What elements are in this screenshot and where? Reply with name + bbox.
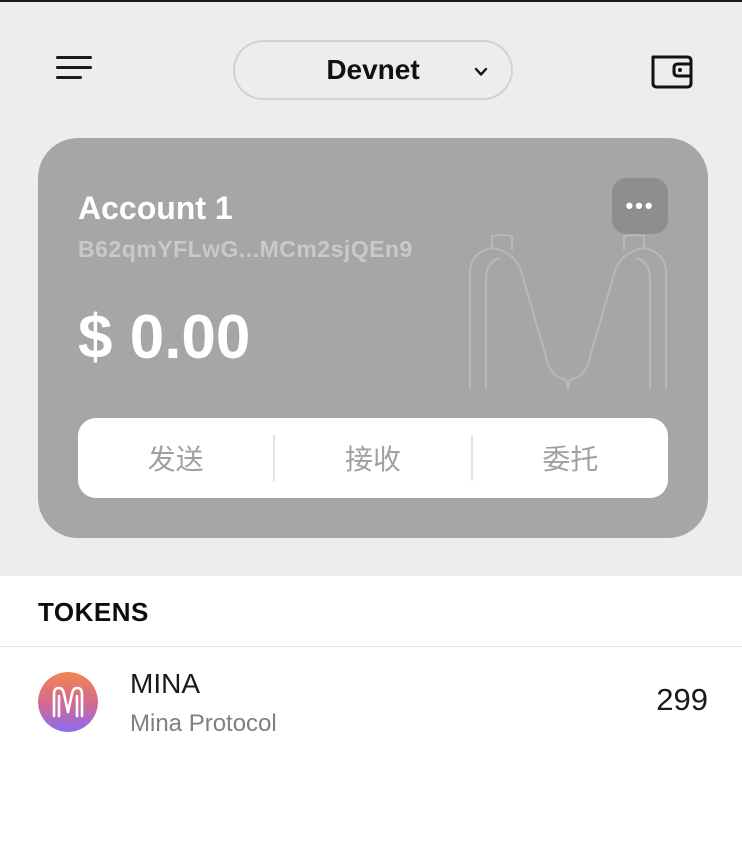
menu-icon [56, 56, 92, 59]
token-row[interactable]: MINA Mina Protocol 299 [0, 648, 742, 748]
token-symbol: MINA [130, 668, 200, 699]
more-options-button[interactable]: ••• [612, 178, 668, 234]
menu-button[interactable] [52, 48, 96, 88]
mina-logo-icon [38, 672, 98, 732]
account-balance: $ 0.00 [78, 303, 251, 372]
send-button[interactable]: 发送 [78, 418, 273, 498]
tokens-divider [0, 646, 742, 647]
account-address[interactable]: B62qmYFLwG...MCm2sjQEn9 [78, 236, 413, 263]
token-amount: 299 [656, 682, 708, 717]
receive-button[interactable]: 接收 [275, 418, 470, 498]
network-select[interactable]: Devnet [233, 40, 513, 100]
header-area: Devnet Account 1 B62qmYFLwG...MCm2sjQEn9… [0, 2, 742, 576]
wallet-icon[interactable] [648, 50, 696, 90]
account-card: Account 1 B62qmYFLwG...MCm2sjQEn9 ••• $ … [38, 138, 708, 538]
network-label: Devnet [326, 54, 420, 85]
account-name: Account 1 [78, 190, 233, 226]
more-icon: ••• [625, 193, 655, 218]
menu-icon-line [56, 76, 82, 79]
tokens-section-title: TOKENS [38, 597, 149, 627]
mina-watermark-icon [469, 234, 667, 390]
token-name: Mina Protocol [130, 710, 277, 737]
account-actions: 发送 接收 委托 [78, 418, 668, 498]
chevron-down-icon [474, 67, 488, 76]
menu-icon-line [56, 66, 92, 69]
delegate-button[interactable]: 委托 [473, 418, 668, 498]
